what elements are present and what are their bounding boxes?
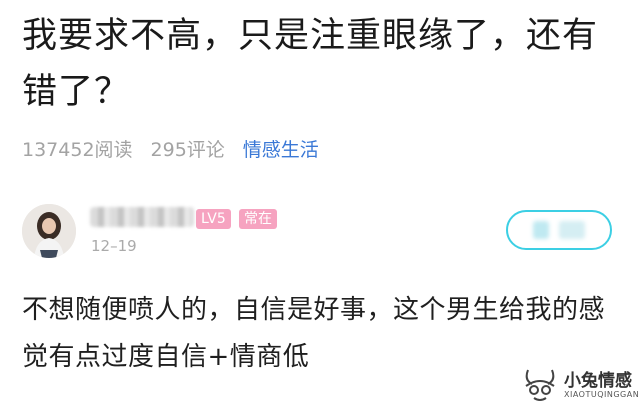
watermark-subtitle: XIAOTUQINGGAN (564, 390, 640, 399)
follow-label-blurred (559, 221, 585, 239)
post-title: 我要求不高，只是注重眼缘了，还有错了？ (22, 16, 599, 112)
avatar[interactable] (22, 204, 76, 258)
follow-button[interactable] (506, 210, 612, 250)
status-badge: 常在 (239, 209, 277, 229)
comment-date: 12–19 (91, 237, 137, 255)
read-count: 137452阅读 (22, 138, 133, 161)
avatar-image (22, 204, 76, 258)
bunny-logo-icon (525, 369, 555, 401)
watermark-name: 小兔情感 (564, 371, 632, 391)
comment-count[interactable]: 295评论 (151, 135, 225, 162)
username-blurred[interactable] (90, 207, 194, 227)
post-meta: 137452阅读 295评论 情感生活 (22, 133, 319, 163)
watermark: 小兔情感 XIAOTUQINGGAN (520, 360, 640, 408)
follow-icon-blurred (533, 221, 549, 239)
level-badge: LV5 (196, 209, 231, 229)
category-link[interactable]: 情感生活 (243, 135, 319, 162)
